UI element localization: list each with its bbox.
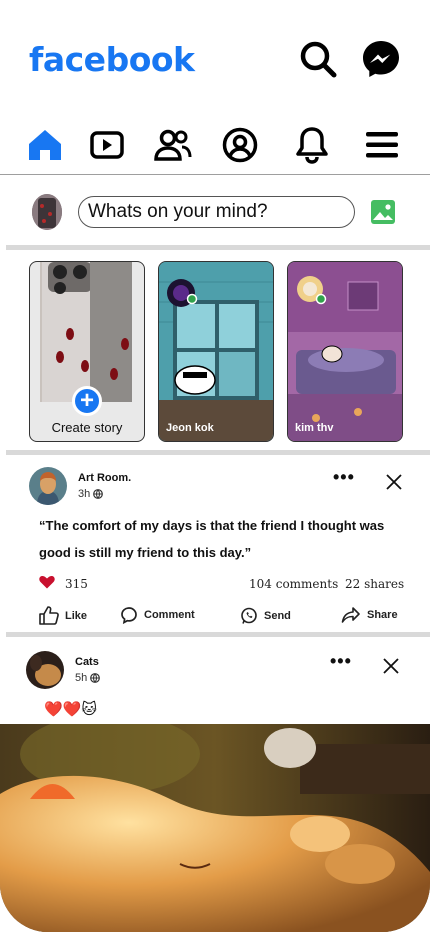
share-button[interactable]: Share <box>341 606 398 624</box>
heart-icon <box>39 575 55 594</box>
avatar[interactable] <box>32 194 62 230</box>
send-label: Send <box>264 610 291 622</box>
share-label: Share <box>367 609 398 621</box>
comments-count[interactable]: 104 comments <box>249 577 338 591</box>
likes-count[interactable]: 315 <box>65 577 88 591</box>
story-card[interactable]: Jeon kok <box>158 261 274 442</box>
facebook-logo[interactable]: facebook <box>29 40 195 79</box>
photo-icon[interactable] <box>370 199 396 225</box>
home-icon[interactable] <box>25 124 65 166</box>
post-time: 5h <box>75 672 101 684</box>
divider <box>0 174 430 175</box>
post-author[interactable]: Cats <box>75 656 99 668</box>
globe-icon <box>93 489 104 499</box>
comment-button[interactable]: Comment <box>120 606 195 624</box>
close-icon[interactable] <box>381 656 401 681</box>
post-text: “The comfort of my days is that the frie… <box>39 518 385 560</box>
avatar[interactable] <box>29 467 67 505</box>
globe-icon <box>90 673 101 683</box>
profile-icon[interactable] <box>220 124 260 166</box>
messenger-icon[interactable] <box>361 39 401 79</box>
post-time-text: 5h <box>75 672 88 684</box>
avatar[interactable] <box>26 651 64 689</box>
like-label: Like <box>65 609 88 622</box>
composer-placeholder: Whats on your mind? <box>88 201 268 222</box>
close-icon[interactable] <box>384 472 404 497</box>
more-options-icon[interactable]: ••• <box>330 651 352 672</box>
comment-label: Comment <box>144 609 195 621</box>
friends-icon[interactable] <box>153 124 193 166</box>
send-button[interactable]: Send <box>240 607 291 625</box>
section-separator <box>6 450 430 455</box>
whats-on-your-mind-input[interactable]: Whats on your mind? <box>78 196 355 228</box>
comment-icon <box>121 607 137 624</box>
share-icon <box>341 607 360 623</box>
shares-count[interactable]: 22 shares <box>345 577 404 591</box>
video-icon[interactable] <box>87 124 127 166</box>
post-time: 3h <box>78 488 104 500</box>
menu-icon[interactable] <box>362 124 402 166</box>
post-image[interactable] <box>0 724 430 932</box>
more-options-icon[interactable]: ••• <box>333 467 355 488</box>
post-author[interactable]: Art Room. <box>78 472 131 484</box>
post-text: ❤️❤️🐱 <box>44 700 97 718</box>
notifications-icon[interactable] <box>292 124 332 166</box>
story-name: Jeon kok <box>166 422 214 434</box>
add-story-button[interactable]: + <box>72 386 102 416</box>
create-story-label: Create story <box>51 420 123 435</box>
whatsapp-icon <box>241 607 257 624</box>
search-icon[interactable] <box>298 39 338 79</box>
section-separator <box>6 245 430 250</box>
section-separator <box>6 632 430 637</box>
post-time-text: 3h <box>78 488 91 500</box>
like-icon <box>39 606 59 625</box>
story-name: kim thv <box>295 422 334 434</box>
story-card[interactable]: kim thv <box>287 261 403 442</box>
like-button[interactable]: Like <box>39 606 87 625</box>
